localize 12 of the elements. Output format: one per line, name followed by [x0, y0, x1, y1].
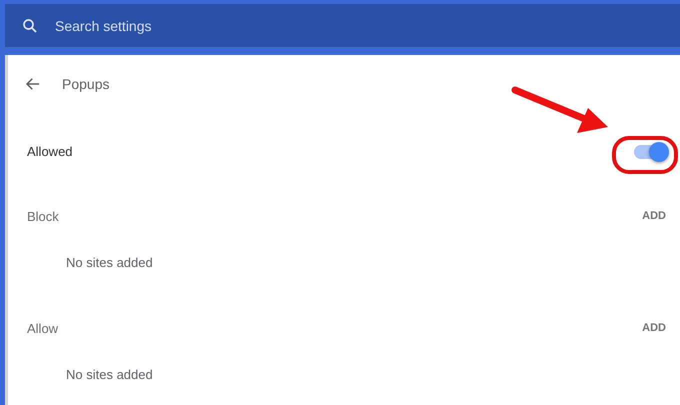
- highlight-outline: [612, 136, 678, 174]
- page-title: Popups: [62, 76, 110, 92]
- add-button[interactable]: ADD: [640, 320, 668, 336]
- toggle-switch[interactable]: [633, 142, 669, 162]
- empty-message: No sites added: [65, 366, 154, 384]
- add-button[interactable]: ADD: [640, 208, 668, 224]
- setting-label: Allowed: [27, 144, 73, 159]
- empty-message: No sites added: [65, 254, 154, 272]
- search-icon: [21, 16, 39, 34]
- section-title: Allow: [27, 320, 58, 336]
- search-field[interactable]: Search settings: [55, 18, 355, 34]
- section-title: Block: [27, 208, 59, 224]
